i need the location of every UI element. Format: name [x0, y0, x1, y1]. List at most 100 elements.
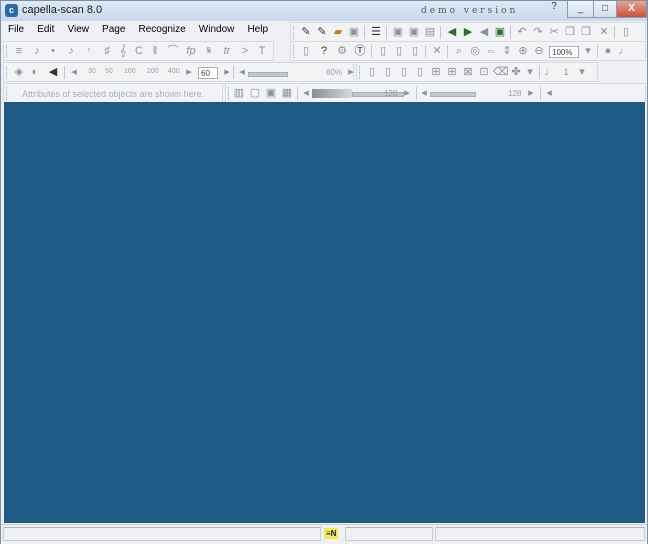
eraser-icon[interactable]: ⌫ — [493, 65, 509, 79]
clipboard-icon[interactable]: ▯ — [619, 25, 633, 39]
trill-icon[interactable]: tr — [220, 44, 234, 58]
undo-icon[interactable]: ↶ — [515, 25, 529, 39]
maximize-button[interactable]: □ — [593, 1, 617, 18]
treble-clef-icon[interactable]: 𝄞 — [116, 44, 130, 58]
view-mode-3-icon[interactable]: ▣ — [264, 86, 278, 100]
toolbar-grip[interactable] — [293, 45, 297, 58]
chevron-down-icon[interactable]: ▾ — [575, 65, 589, 79]
pointer-icon[interactable]: ✤ — [509, 65, 523, 79]
capella-icon[interactable]: c — [5, 4, 18, 17]
open-folder-icon[interactable]: ▰ — [331, 25, 345, 39]
crop-icon[interactable]: ✕ — [430, 44, 444, 58]
toolbar-grip[interactable] — [6, 87, 10, 100]
copy-icon[interactable]: ❐ — [563, 25, 577, 39]
accent-icon[interactable]: > — [238, 44, 252, 58]
chevron-down-icon[interactable]: ▾ — [581, 44, 595, 58]
menu-page[interactable]: Page — [97, 22, 130, 35]
menu-window[interactable]: Window — [194, 22, 240, 35]
scale-right-arrow-icon[interactable]: ▸ — [182, 65, 196, 79]
page-b-icon[interactable]: ▯ — [392, 44, 406, 58]
question-icon[interactable]: ? — [317, 44, 331, 58]
page-insert-icon[interactable]: ▯ — [397, 65, 411, 79]
select-icon[interactable]: ⊡ — [477, 65, 491, 79]
menu-edit[interactable]: Edit — [32, 22, 59, 35]
dot-icon[interactable]: • — [46, 44, 60, 58]
slider-1-right-icon[interactable]: ▸ — [400, 86, 414, 100]
contrast-slider[interactable] — [312, 89, 352, 98]
fp-dynamic-icon[interactable]: fp — [184, 44, 198, 58]
new-score-icon[interactable]: ✎ — [315, 25, 329, 39]
common-time-icon[interactable]: C — [132, 44, 146, 58]
close-button[interactable]: X — [616, 1, 647, 18]
help-question-icon[interactable]: ? — [547, 1, 561, 15]
menu-file[interactable]: File — [3, 22, 29, 35]
zoom-in-icon[interactable]: ⊕ — [516, 44, 530, 58]
brightness-slider[interactable] — [430, 92, 476, 97]
settings-icon[interactable]: ⚙ — [335, 44, 349, 58]
slider-1-left-icon[interactable]: ◂ — [299, 86, 313, 100]
slur-icon[interactable]: ⌒ — [166, 44, 180, 58]
threshold-left-arrow-icon[interactable]: ◂ — [235, 65, 249, 79]
page-c-icon[interactable]: ▯ — [408, 44, 422, 58]
barline-icon[interactable]: ‖ — [148, 44, 162, 58]
scale-value-field[interactable]: 60 — [198, 67, 218, 79]
quarter-note-icon[interactable]: ♩ — [543, 65, 557, 79]
page-layout-icon[interactable]: ▯ — [365, 65, 379, 79]
disk-save-icon[interactable]: ▣ — [407, 25, 421, 39]
brightness-icon[interactable]: ◐ — [28, 65, 42, 79]
eighth-note-icon[interactable]: ♪ — [30, 44, 44, 58]
zoom-icon[interactable]: ⌕ — [452, 44, 466, 58]
toolbar-grip[interactable] — [293, 26, 297, 39]
export-green-icon[interactable]: ▶ — [461, 25, 475, 39]
menu-recognize[interactable]: Recognize — [133, 22, 190, 35]
record-icon[interactable]: ● — [601, 44, 615, 58]
staff-lines-icon[interactable]: ≡ — [12, 44, 26, 58]
import-green-icon[interactable]: ◀ — [445, 25, 459, 39]
segno-icon[interactable]: 𝄋 — [202, 44, 216, 58]
redo-icon[interactable]: ↷ — [531, 25, 545, 39]
fit-width-icon[interactable]: ⇔ — [484, 44, 498, 58]
recognize-icon[interactable]: Ⓣ — [353, 44, 367, 58]
page-a-icon[interactable]: ▯ — [376, 44, 390, 58]
view-mode-1-icon[interactable]: ▥ — [232, 86, 246, 100]
rest-icon[interactable]: 𝄾 — [82, 44, 96, 58]
list-icon[interactable]: ☰ — [369, 25, 383, 39]
fit-page-icon[interactable]: ⇕ — [500, 44, 514, 58]
page-append-icon[interactable]: ▯ — [413, 65, 427, 79]
save-icon[interactable]: ▣ — [347, 25, 361, 39]
eighth-note-icon[interactable]: ♪ — [64, 44, 78, 58]
mdi-workspace[interactable] — [4, 102, 645, 523]
paste-icon[interactable]: ❐ — [579, 25, 593, 39]
slider-2-left-icon[interactable]: ◂ — [417, 86, 431, 100]
back-icon[interactable]: ◀ — [477, 25, 491, 39]
open-score-icon[interactable]: ✎ — [299, 25, 313, 39]
delete-icon[interactable]: ✕ — [597, 25, 611, 39]
disk-icon[interactable]: ▣ — [391, 25, 405, 39]
menu-view[interactable]: View — [62, 22, 94, 35]
merge-icon[interactable]: ⊠ — [461, 65, 475, 79]
view-mode-2-icon[interactable]: ▢ — [248, 86, 262, 100]
grid-icon[interactable]: ⊞ — [445, 65, 459, 79]
zoom-out-icon[interactable]: ⊖ — [532, 44, 546, 58]
scale-left-arrow-icon[interactable]: ◂ — [67, 65, 81, 79]
toolbar-grip[interactable] — [6, 45, 10, 58]
chevron-right-icon[interactable]: ▸ — [220, 65, 234, 79]
view-mode-4-icon[interactable]: ▦ — [280, 86, 294, 100]
slider-3-left-icon[interactable]: ◂ — [542, 86, 556, 100]
window-green-icon[interactable]: ▣ — [493, 25, 507, 39]
split-icon[interactable]: ⊞ — [429, 65, 443, 79]
cut-icon[interactable]: ✂ — [547, 25, 561, 39]
page-copy-icon[interactable]: ▯ — [381, 65, 395, 79]
toolbar-grip[interactable] — [6, 66, 10, 79]
sharp-icon[interactable]: ♯ — [100, 44, 114, 58]
scanner-icon[interactable]: ◈ — [12, 65, 26, 79]
toolbar-grip[interactable] — [359, 66, 363, 79]
zoom-prev-icon[interactable]: ◎ — [468, 44, 482, 58]
note-icon[interactable]: ♩ — [617, 44, 631, 58]
page-icon[interactable]: ▯ — [299, 44, 313, 58]
zoom-field[interactable]: 100% — [549, 46, 579, 58]
voice-icon[interactable]: 1 — [559, 65, 573, 79]
chevron-down-icon[interactable]: ▾ — [523, 65, 537, 79]
threshold-slider[interactable] — [248, 72, 288, 77]
print-icon[interactable]: ▤ — [423, 25, 437, 39]
